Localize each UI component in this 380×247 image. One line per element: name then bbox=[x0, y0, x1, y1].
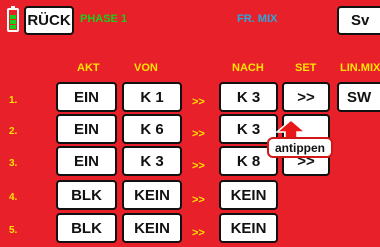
akt-button-row-1[interactable]: EIN bbox=[56, 82, 117, 112]
set-button-row-1[interactable]: >> bbox=[282, 82, 330, 112]
sv-button[interactable]: Sv bbox=[337, 6, 380, 35]
von-button-row-5[interactable]: KEIN bbox=[122, 213, 182, 243]
akt-button-row-5[interactable]: BLK bbox=[56, 213, 117, 243]
column-header-set: SET bbox=[295, 62, 317, 74]
row-number: 1. bbox=[9, 95, 18, 106]
battery-icon bbox=[7, 6, 19, 32]
von-button-row-1[interactable]: K 1 bbox=[122, 82, 182, 112]
tap-hint-callout: antippen bbox=[267, 137, 333, 158]
nach-button-row-1[interactable]: K 3 bbox=[219, 82, 278, 112]
nach-button-row-4[interactable]: KEIN bbox=[219, 180, 278, 210]
column-header-lin-mix: LIN.MIX bbox=[340, 62, 380, 74]
nach-button-row-5[interactable]: KEIN bbox=[219, 213, 278, 243]
back-button[interactable]: RÜCK bbox=[24, 6, 74, 35]
row-number: 5. bbox=[9, 225, 18, 236]
direction-arrows: >> bbox=[192, 128, 205, 140]
row-number: 3. bbox=[9, 158, 18, 169]
lin-mix-button-row-1[interactable]: SW bbox=[337, 82, 380, 112]
column-header-akt: AKT bbox=[77, 62, 100, 74]
akt-button-row-4[interactable]: BLK bbox=[56, 180, 117, 210]
von-button-row-3[interactable]: K 3 bbox=[122, 146, 182, 176]
direction-arrows: >> bbox=[192, 160, 205, 172]
page-title: FR. MIX bbox=[237, 13, 278, 25]
row-number: 2. bbox=[9, 126, 18, 137]
column-header-von: VON bbox=[134, 62, 158, 74]
column-header-nach: NACH bbox=[232, 62, 264, 74]
von-button-row-2[interactable]: K 6 bbox=[122, 114, 182, 144]
von-button-row-4[interactable]: KEIN bbox=[122, 180, 182, 210]
row-number: 4. bbox=[9, 192, 18, 203]
akt-button-row-2[interactable]: EIN bbox=[56, 114, 117, 144]
direction-arrows: >> bbox=[192, 96, 205, 108]
direction-arrows: >> bbox=[192, 227, 205, 239]
phase-label: PHASE 1 bbox=[80, 13, 128, 25]
mixer-screen: RÜCK PHASE 1 FR. MIX Sv AKT VON NACH SET… bbox=[0, 0, 380, 247]
akt-button-row-3[interactable]: EIN bbox=[56, 146, 117, 176]
direction-arrows: >> bbox=[192, 194, 205, 206]
